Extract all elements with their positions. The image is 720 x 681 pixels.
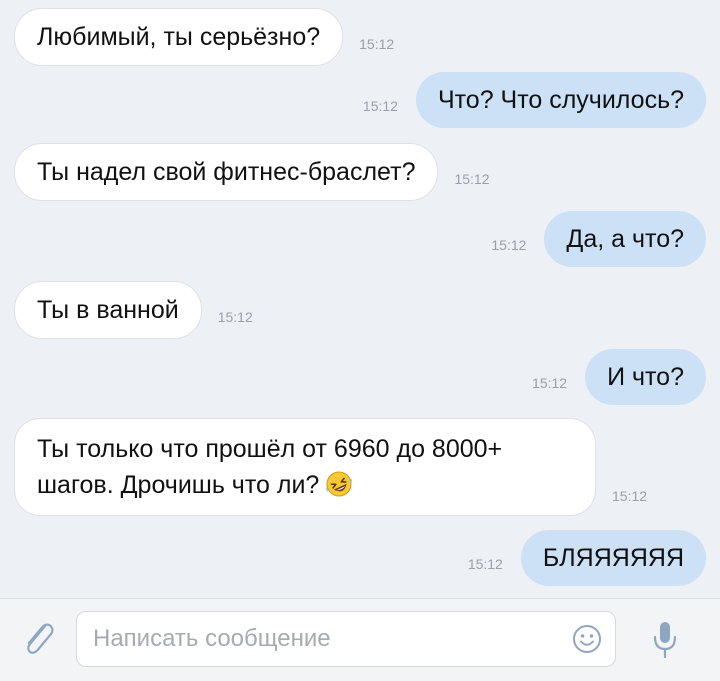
message-incoming[interactable]: Ты в ванной 15:12 (14, 281, 253, 339)
message-outgoing[interactable]: 15:12 И что? (532, 349, 706, 405)
message-incoming[interactable]: Ты только что прошёл от 6960 до 8000+ ша… (14, 418, 647, 516)
message-input[interactable]: Написать сообщение (76, 611, 616, 667)
message-incoming[interactable]: Ты надел свой фитнес-браслет? 15:12 (14, 143, 490, 201)
message-composer: Написать сообщение (0, 598, 720, 681)
message-bubble[interactable]: Любимый, ты серьёзно? (14, 8, 344, 66)
message-time: 15:12 (359, 36, 395, 52)
paperclip-icon[interactable] (18, 617, 58, 661)
message-bubble[interactable]: БЛЯЯЯЯЯЯ (520, 530, 706, 586)
microphone-icon[interactable] (650, 619, 680, 661)
smile-icon[interactable] (571, 623, 603, 655)
message-outgoing[interactable]: 15:12 БЛЯЯЯЯЯЯ (468, 530, 706, 586)
message-time: 15:12 (217, 309, 253, 325)
message-bubble[interactable]: Ты только что прошёл от 6960 до 8000+ ша… (14, 418, 596, 516)
message-input-placeholder: Написать сообщение (93, 625, 331, 652)
message-time: 15:12 (454, 171, 490, 187)
rolling-on-the-floor-laughing-emoji (326, 471, 353, 497)
message-bubble[interactable]: Что? Что случилось? (415, 72, 706, 128)
message-bubble[interactable]: Ты в ванной (14, 281, 202, 339)
message-outgoing[interactable]: 15:12 Да, а что? (491, 211, 706, 267)
message-outgoing[interactable]: 15:12 Что? Что случилось? (363, 72, 706, 128)
message-time: 15:12 (532, 375, 568, 391)
message-time: 15:12 (362, 98, 398, 114)
message-time: 15:12 (612, 488, 648, 504)
message-bubble[interactable]: Да, а что? (544, 211, 706, 267)
message-incoming[interactable]: Любимый, ты серьёзно? 15:12 (14, 8, 394, 66)
message-time: 15:12 (491, 237, 527, 253)
message-text: Ты только что прошёл от 6960 до 8000+ ша… (37, 435, 503, 499)
message-bubble[interactable]: И что? (585, 349, 706, 405)
message-time: 15:12 (467, 556, 503, 572)
message-bubble[interactable]: Ты надел свой фитнес-браслет? (14, 143, 439, 201)
chat-history[interactable]: Любимый, ты серьёзно? 15:12 15:12 Что? Ч… (0, 0, 720, 598)
